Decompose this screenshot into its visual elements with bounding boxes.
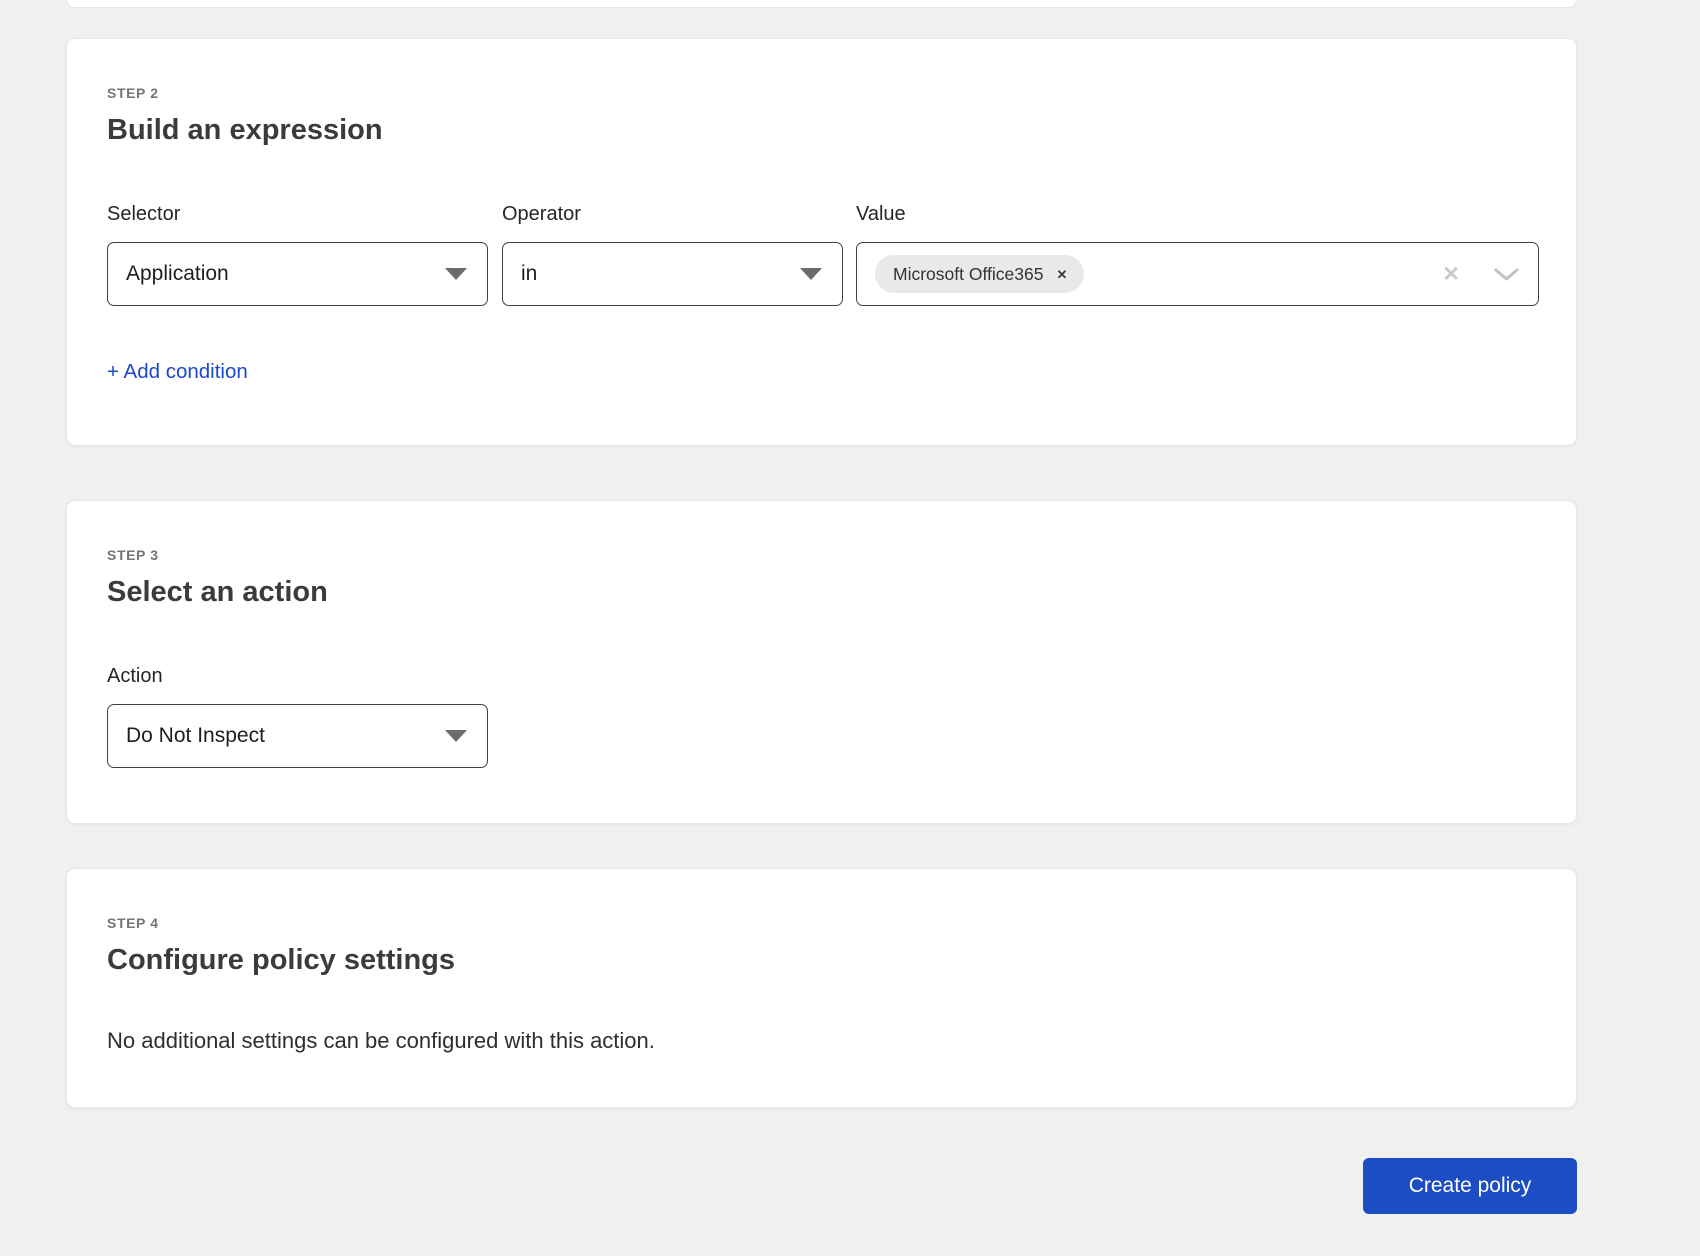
value-tag: Microsoft Office365 ✕ bbox=[875, 255, 1084, 293]
value-column: Value Microsoft Office365 ✕ ✕ bbox=[856, 203, 1539, 306]
value-field-label: Value bbox=[856, 203, 1539, 226]
action-dropdown-value: Do Not Inspect bbox=[126, 724, 265, 748]
step3-label: STEP 3 bbox=[107, 547, 1539, 563]
caret-down-icon bbox=[800, 268, 822, 280]
value-tag-text: Microsoft Office365 bbox=[893, 264, 1043, 285]
value-field-controls: ✕ bbox=[1442, 264, 1520, 285]
expression-row: Selector Application Operator in Value M… bbox=[107, 203, 1539, 306]
step2-title: Build an expression bbox=[107, 114, 1539, 147]
selector-dropdown-value: Application bbox=[126, 262, 229, 286]
action-column: Action Do Not Inspect bbox=[107, 665, 488, 768]
operator-field-label: Operator bbox=[502, 203, 843, 226]
tag-remove-x-icon[interactable]: ✕ bbox=[1056, 268, 1067, 281]
value-multiselect-input[interactable]: Microsoft Office365 ✕ ✕ bbox=[856, 242, 1539, 306]
operator-dropdown[interactable]: in bbox=[502, 242, 843, 306]
caret-down-icon bbox=[445, 268, 467, 280]
action-row: Action Do Not Inspect bbox=[107, 665, 1539, 768]
previous-card-bottom-edge bbox=[66, 0, 1577, 8]
step2-card: STEP 2 Build an expression Selector Appl… bbox=[66, 38, 1577, 446]
operator-dropdown-value: in bbox=[521, 262, 537, 286]
create-policy-button[interactable]: Create policy bbox=[1363, 1158, 1577, 1214]
step3-title: Select an action bbox=[107, 576, 1539, 609]
step4-title: Configure policy settings bbox=[107, 944, 1539, 977]
operator-column: Operator in bbox=[502, 203, 843, 306]
step3-card: STEP 3 Select an action Action Do Not In… bbox=[66, 500, 1577, 824]
clear-x-icon[interactable]: ✕ bbox=[1442, 264, 1460, 285]
step4-label: STEP 4 bbox=[107, 915, 1539, 931]
caret-down-icon bbox=[445, 730, 467, 742]
action-field-label: Action bbox=[107, 665, 488, 688]
selector-field-label: Selector bbox=[107, 203, 488, 226]
chevron-down-icon[interactable] bbox=[1493, 266, 1520, 282]
selector-dropdown[interactable]: Application bbox=[107, 242, 488, 306]
step4-note: No additional settings can be configured… bbox=[107, 1027, 1539, 1055]
add-condition-link[interactable]: + Add condition bbox=[107, 360, 248, 384]
step2-label: STEP 2 bbox=[107, 85, 1539, 101]
selector-column: Selector Application bbox=[107, 203, 488, 306]
action-dropdown[interactable]: Do Not Inspect bbox=[107, 704, 488, 768]
step4-card: STEP 4 Configure policy settings No addi… bbox=[66, 868, 1577, 1108]
